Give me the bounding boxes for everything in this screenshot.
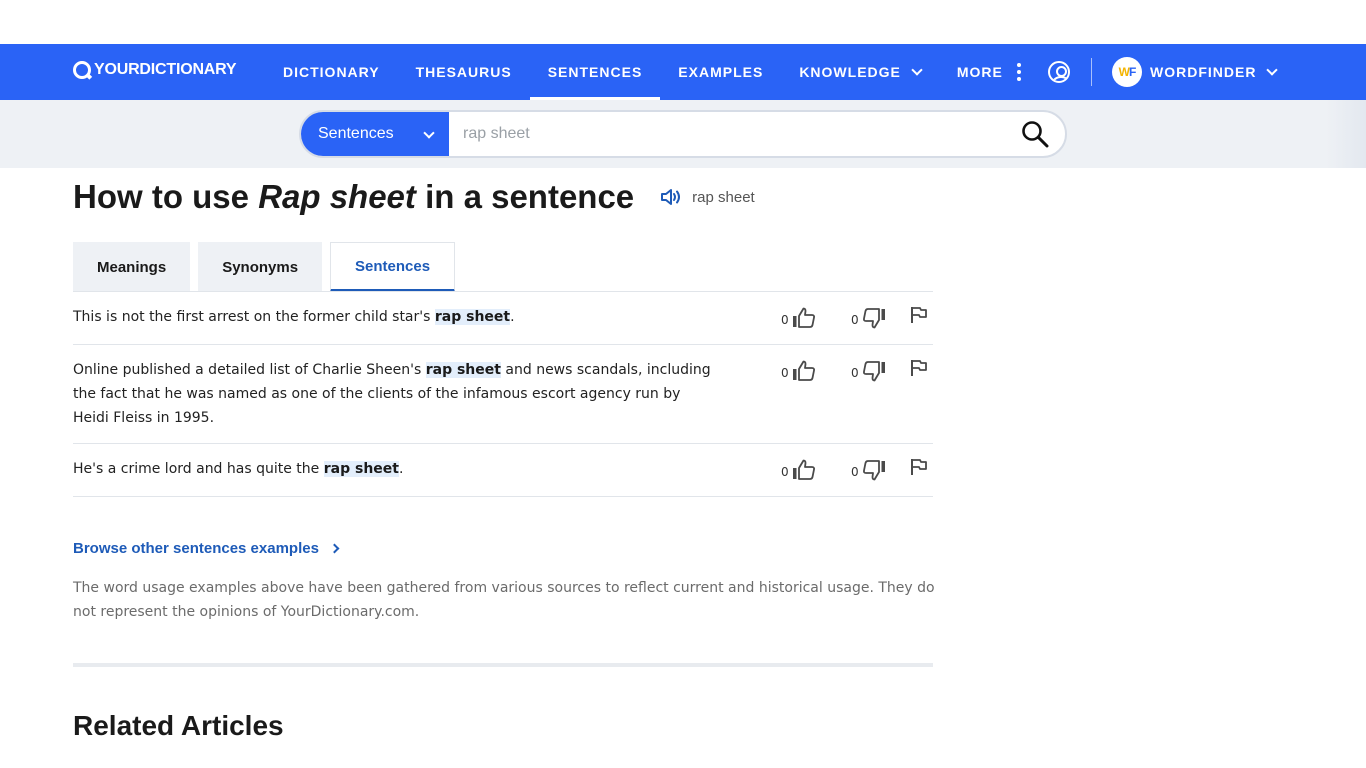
thumbs-up-icon [792, 459, 815, 480]
sentence-actions: 0 0 [773, 456, 933, 482]
sentence-term: rap sheet [434, 309, 511, 325]
page-title: How to use Rap sheet in a sentence [73, 178, 634, 216]
pronunciation-text: rap sheet [692, 188, 755, 206]
search-bar: Sentences [299, 110, 1067, 158]
nav-item-label: KNOWLEDGE [799, 64, 901, 80]
nav-item-label: EXAMPLES [678, 64, 764, 80]
search-band: Sentences [0, 100, 1366, 168]
nav-item-label: THESAURUS [415, 64, 512, 80]
sentence-text: This is not the first arrest on the form… [73, 305, 713, 329]
tab-label: Sentences [355, 257, 431, 275]
flag-icon [911, 360, 927, 376]
downvote-count: 0 [851, 313, 859, 327]
section-separator [73, 663, 933, 667]
upvote-count: 0 [781, 366, 789, 380]
speaker-icon [661, 189, 681, 205]
title-row: How to use Rap sheet in a sentence rap s… [73, 178, 755, 216]
sentence-after: . [398, 461, 404, 477]
chevron-down-icon [423, 127, 435, 139]
chevron-right-icon [329, 543, 340, 554]
upvote-count: 0 [781, 313, 789, 327]
title-prefix: How to use [73, 178, 259, 215]
tab-meanings[interactable]: Meanings [73, 242, 191, 292]
search-button[interactable] [1005, 112, 1065, 156]
sentence-actions: 0 0 [773, 304, 933, 330]
tabs: Meanings Synonyms Sentences [73, 242, 456, 292]
sentence-term: rap sheet [425, 362, 501, 378]
top-strip [0, 0, 1366, 44]
sentence-term: rap sheet [323, 461, 399, 477]
wordfinder-label: WORDFINDER [1150, 64, 1257, 80]
sentence-item: Online published a detailed list of Char… [73, 345, 933, 444]
thumbs-down-icon [862, 460, 885, 481]
search-icon [1022, 121, 1049, 148]
sentence-before: Online published a detailed list of Char… [73, 362, 426, 378]
search-category-label: Sentences [318, 125, 394, 142]
wordfinder-menu[interactable]: WF WORDFINDER [1112, 57, 1279, 87]
thumbs-down-icon [862, 308, 885, 329]
sentence-item: This is not the first arrest on the form… [73, 292, 933, 345]
nav-item-dictionary[interactable]: DICTIONARY [265, 44, 398, 100]
tab-label: Synonyms [222, 258, 299, 276]
nav-item-more[interactable]: MORE [939, 44, 1039, 100]
thumbs-down-button[interactable]: 0 [851, 304, 886, 332]
chevron-down-icon [1266, 63, 1279, 76]
thumbs-up-button[interactable]: 0 [781, 304, 816, 332]
sentence-text: Online published a detailed list of Char… [73, 358, 713, 430]
nav-item-sentences[interactable]: SENTENCES [529, 44, 661, 100]
logo-text: YOURDICTIONARY [94, 61, 237, 78]
search-category-select[interactable]: Sentences [301, 112, 449, 156]
thumbs-down-button[interactable]: 0 [851, 357, 886, 385]
browse-sentences-link[interactable]: Browse other sentences examples [73, 540, 340, 557]
user-account-icon[interactable] [1048, 61, 1070, 83]
sentence-text: He's a crime lord and has quite the rap … [73, 457, 713, 481]
logo-icon [73, 61, 91, 79]
nav-items: DICTIONARY THESAURUS SENTENCES EXAMPLES … [265, 44, 1039, 100]
report-flag-button[interactable] [910, 458, 928, 484]
sentence-before: He's a crime lord and has quite the [73, 461, 324, 477]
nav-item-label: SENTENCES [547, 64, 643, 80]
chevron-down-icon [911, 63, 923, 76]
site-logo[interactable]: YOURDICTIONARY [73, 61, 237, 79]
nav-divider [1091, 58, 1092, 86]
tab-sentences[interactable]: Sentences [330, 242, 456, 292]
nav-item-label: DICTIONARY [283, 64, 380, 80]
usage-disclaimer: The word usage examples above have been … [73, 580, 935, 620]
title-term: Rap sheet [258, 178, 416, 215]
sentence-actions: 0 0 [773, 357, 933, 383]
thumbs-up-icon [792, 360, 815, 381]
downvote-count: 0 [851, 465, 859, 479]
title-suffix: in a sentence [415, 178, 635, 215]
thumbs-up-icon [792, 307, 815, 328]
kebab-menu-icon [1016, 63, 1021, 81]
report-flag-button[interactable] [910, 359, 928, 385]
search-input[interactable] [449, 112, 1005, 156]
nav-item-label: MORE [956, 64, 1003, 80]
thumbs-down-button[interactable]: 0 [851, 456, 886, 484]
nav-item-thesaurus[interactable]: THESAURUS [398, 44, 530, 100]
main-navbar: YOURDICTIONARY DICTIONARY THESAURUS SENT… [0, 44, 1366, 100]
nav-item-knowledge[interactable]: KNOWLEDGE [781, 44, 939, 100]
report-flag-button[interactable] [910, 306, 928, 332]
sentence-item: He's a crime lord and has quite the rap … [73, 444, 933, 497]
browse-label: Browse other sentences examples [73, 540, 319, 557]
sentence-after: . [510, 309, 515, 325]
thumbs-up-button[interactable]: 0 [781, 456, 816, 484]
flag-icon [911, 307, 927, 323]
tab-synonyms[interactable]: Synonyms [198, 242, 323, 292]
thumbs-down-icon [862, 361, 885, 382]
nav-item-examples[interactable]: EXAMPLES [660, 44, 781, 100]
sentence-list: This is not the first arrest on the form… [73, 292, 933, 497]
downvote-count: 0 [851, 366, 859, 380]
upvote-count: 0 [781, 465, 789, 479]
related-articles-heading: Related Articles [73, 710, 284, 741]
tab-label: Meanings [97, 258, 167, 276]
thumbs-up-button[interactable]: 0 [781, 357, 816, 385]
flag-icon [911, 459, 927, 475]
pronunciation-audio-button[interactable] [660, 187, 682, 207]
wordfinder-logo-icon: WF [1112, 57, 1142, 87]
sentence-before: This is not the first arrest on the form… [73, 309, 435, 325]
